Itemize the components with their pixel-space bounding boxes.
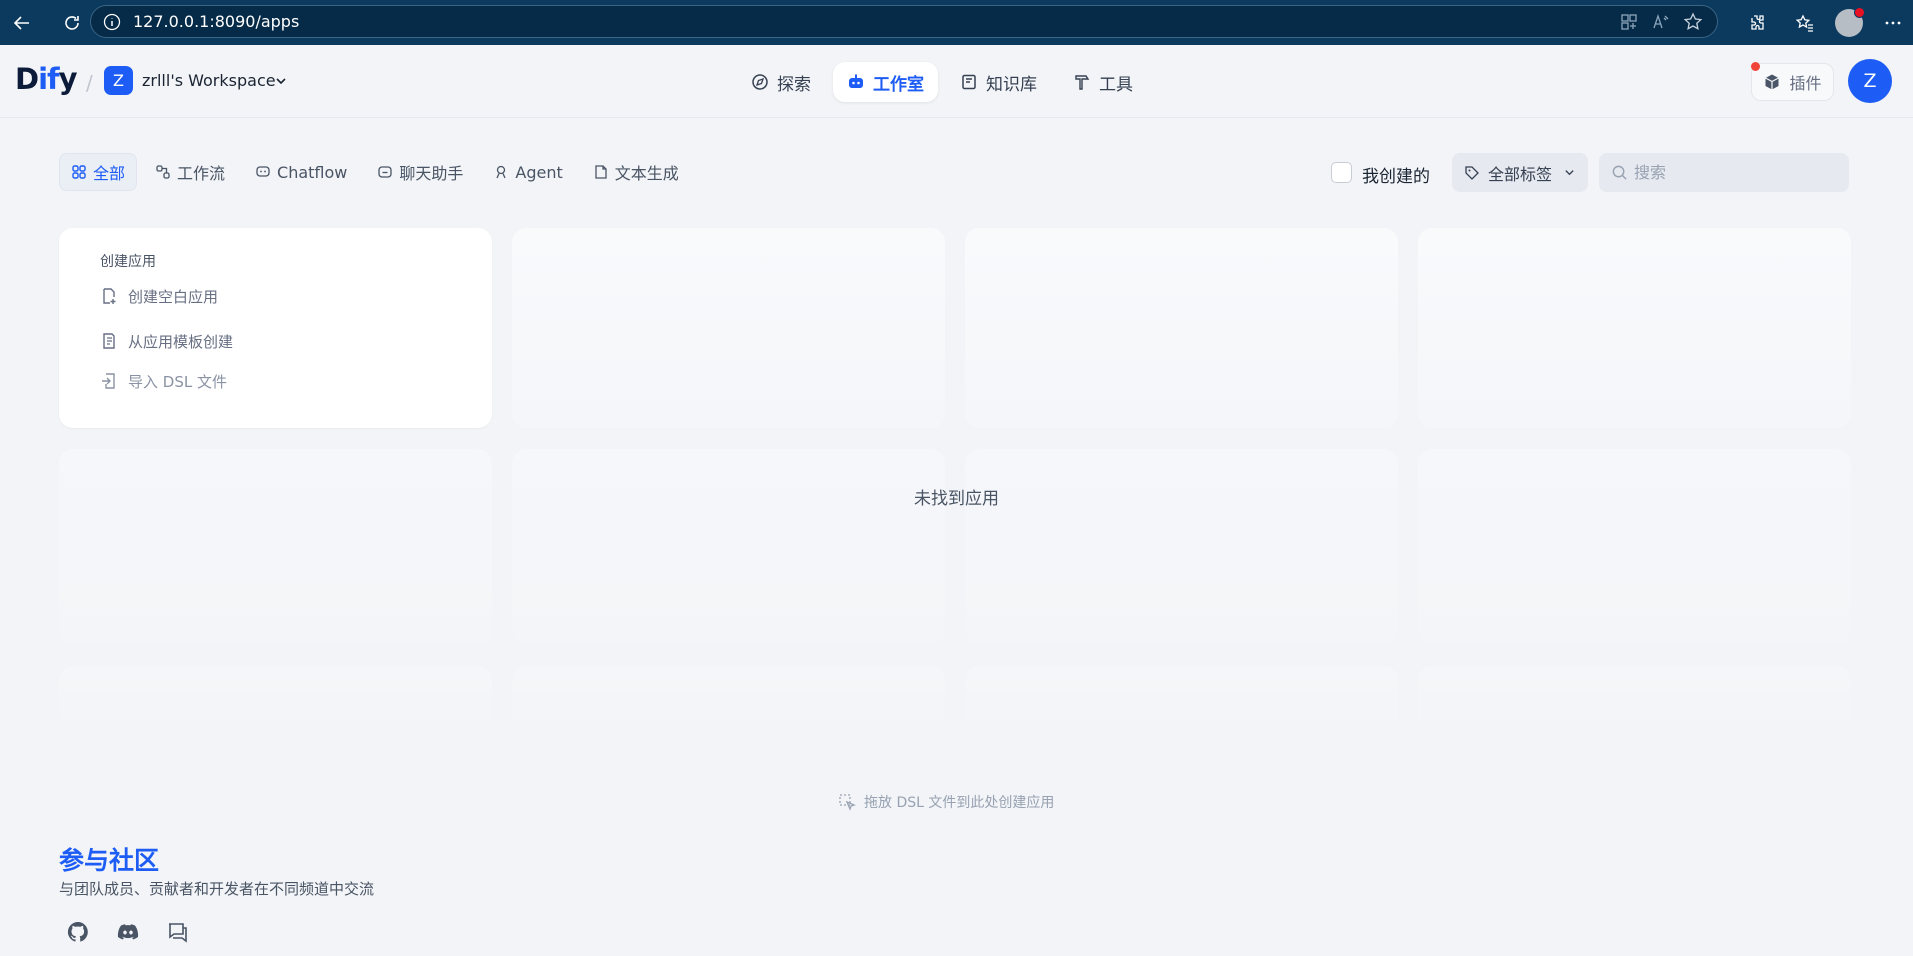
split-screen-icon[interactable] (1619, 12, 1639, 32)
tab-chatflow[interactable]: Chatflow (243, 153, 359, 191)
info-icon (103, 13, 121, 30)
workflow-icon (156, 165, 170, 179)
breadcrumb-separator: / (86, 71, 93, 95)
tab-agent[interactable]: Agent (481, 153, 574, 191)
agent-icon (496, 165, 506, 179)
profile-button[interactable] (1829, 3, 1869, 43)
placeholder-card (965, 228, 1398, 428)
create-from-template-button[interactable]: 从应用模板创建 (100, 330, 492, 352)
read-aloud-icon[interactable] (1651, 12, 1671, 32)
app-header: Dify / Z zrlll's Workspace 探索 工作室 知识库 工具… (0, 45, 1913, 118)
placeholder-card (1418, 228, 1851, 428)
favorites-button[interactable] (1785, 3, 1825, 43)
tab-text-generation[interactable]: 文本生成 (581, 153, 691, 191)
create-app-card: 创建应用 创建空白应用 从应用模板创建 导入 DSL 文件 (59, 228, 492, 428)
nav-studio[interactable]: 工作室 (833, 62, 938, 102)
robot-icon (849, 74, 863, 88)
plugin-notification-dot (1751, 62, 1760, 71)
placeholder-card (59, 666, 492, 746)
back-button[interactable] (6, 7, 38, 39)
new-file-icon (103, 288, 116, 304)
placeholder-card (1418, 449, 1851, 644)
placeholder-card (59, 449, 492, 644)
grid-icon (72, 165, 86, 179)
placeholder-card (512, 666, 945, 746)
placeholder-card (965, 666, 1398, 746)
browser-toolbar: 127.0.0.1:8090/apps (0, 0, 1913, 45)
forum-icon[interactable] (166, 920, 190, 944)
address-bar[interactable]: 127.0.0.1:8090/apps (90, 5, 1718, 38)
ellipsis-icon (1885, 21, 1901, 24)
community-title: 参与社区 (59, 846, 160, 875)
workspace-name[interactable]: zrlll's Workspace (142, 71, 276, 90)
create-blank-app-button[interactable]: 创建空白应用 (100, 285, 492, 307)
chevron-down-icon[interactable] (275, 75, 287, 87)
search-icon (1612, 165, 1627, 180)
chevron-down-icon (1565, 170, 1574, 176)
workspace-avatar[interactable]: Z (104, 66, 133, 95)
placeholder-card (965, 449, 1398, 644)
favorite-star-icon[interactable] (1683, 12, 1703, 32)
dify-logo[interactable]: Dify (15, 62, 78, 96)
nav-tools[interactable]: 工具 (1059, 62, 1147, 102)
main-nav: 探索 工作室 知识库 工具 (737, 62, 1147, 102)
arrow-left-icon (13, 15, 29, 30)
discord-icon[interactable] (116, 920, 140, 944)
community-links (66, 920, 190, 944)
hammer-icon (1075, 75, 1090, 90)
tag-filter-dropdown[interactable]: 全部标签 (1452, 153, 1588, 192)
document-icon (595, 165, 607, 179)
tag-icon (1465, 165, 1479, 180)
tab-chat-assistant[interactable]: 聊天助手 (365, 153, 475, 191)
search-input[interactable] (1634, 163, 1834, 182)
community-description: 与团队成员、贡献者和开发者在不同频道中交流 (59, 880, 375, 898)
drag-drop-icon (839, 794, 856, 811)
app-type-tabs: 全部 工作流 Chatflow 聊天助手 Agent 文本生成 (59, 153, 691, 191)
created-by-me-label[interactable]: 我创建的 (1362, 162, 1430, 187)
import-dsl-button[interactable]: 导入 DSL 文件 (100, 370, 492, 392)
drop-dsl-hint: 拖放 DSL 文件到此处创建应用 (838, 792, 1054, 812)
puzzle-icon (1751, 14, 1764, 30)
chat-bot-icon (378, 166, 393, 178)
chatflow-icon (256, 166, 270, 177)
favorites-list-icon (1795, 13, 1813, 32)
github-icon[interactable] (66, 920, 90, 944)
search-box[interactable] (1599, 153, 1849, 192)
url-text: 127.0.0.1:8090/apps (133, 12, 300, 31)
plugins-button[interactable]: 插件 (1751, 63, 1834, 101)
empty-state-message: 未找到应用 (914, 489, 999, 509)
user-avatar[interactable]: Z (1848, 59, 1892, 103)
tab-all[interactable]: 全部 (59, 153, 138, 191)
compass-icon (752, 74, 768, 90)
cube-icon (1765, 74, 1780, 90)
created-by-me-checkbox[interactable] (1331, 162, 1352, 183)
nav-explore[interactable]: 探索 (737, 62, 825, 102)
import-icon (102, 373, 115, 389)
nav-knowledge[interactable]: 知识库 (946, 62, 1051, 102)
extensions-button[interactable] (1737, 3, 1777, 43)
create-app-title: 创建应用 (100, 254, 156, 270)
tab-workflow[interactable]: 工作流 (143, 153, 237, 191)
template-icon (103, 333, 115, 349)
more-menu-button[interactable] (1873, 3, 1913, 43)
book-icon (962, 74, 976, 90)
placeholder-card (1418, 666, 1851, 746)
reload-icon (65, 15, 79, 30)
reload-button[interactable] (56, 7, 88, 39)
profile-avatar (1835, 6, 1865, 37)
placeholder-card (512, 228, 945, 428)
placeholder-card (512, 449, 945, 644)
